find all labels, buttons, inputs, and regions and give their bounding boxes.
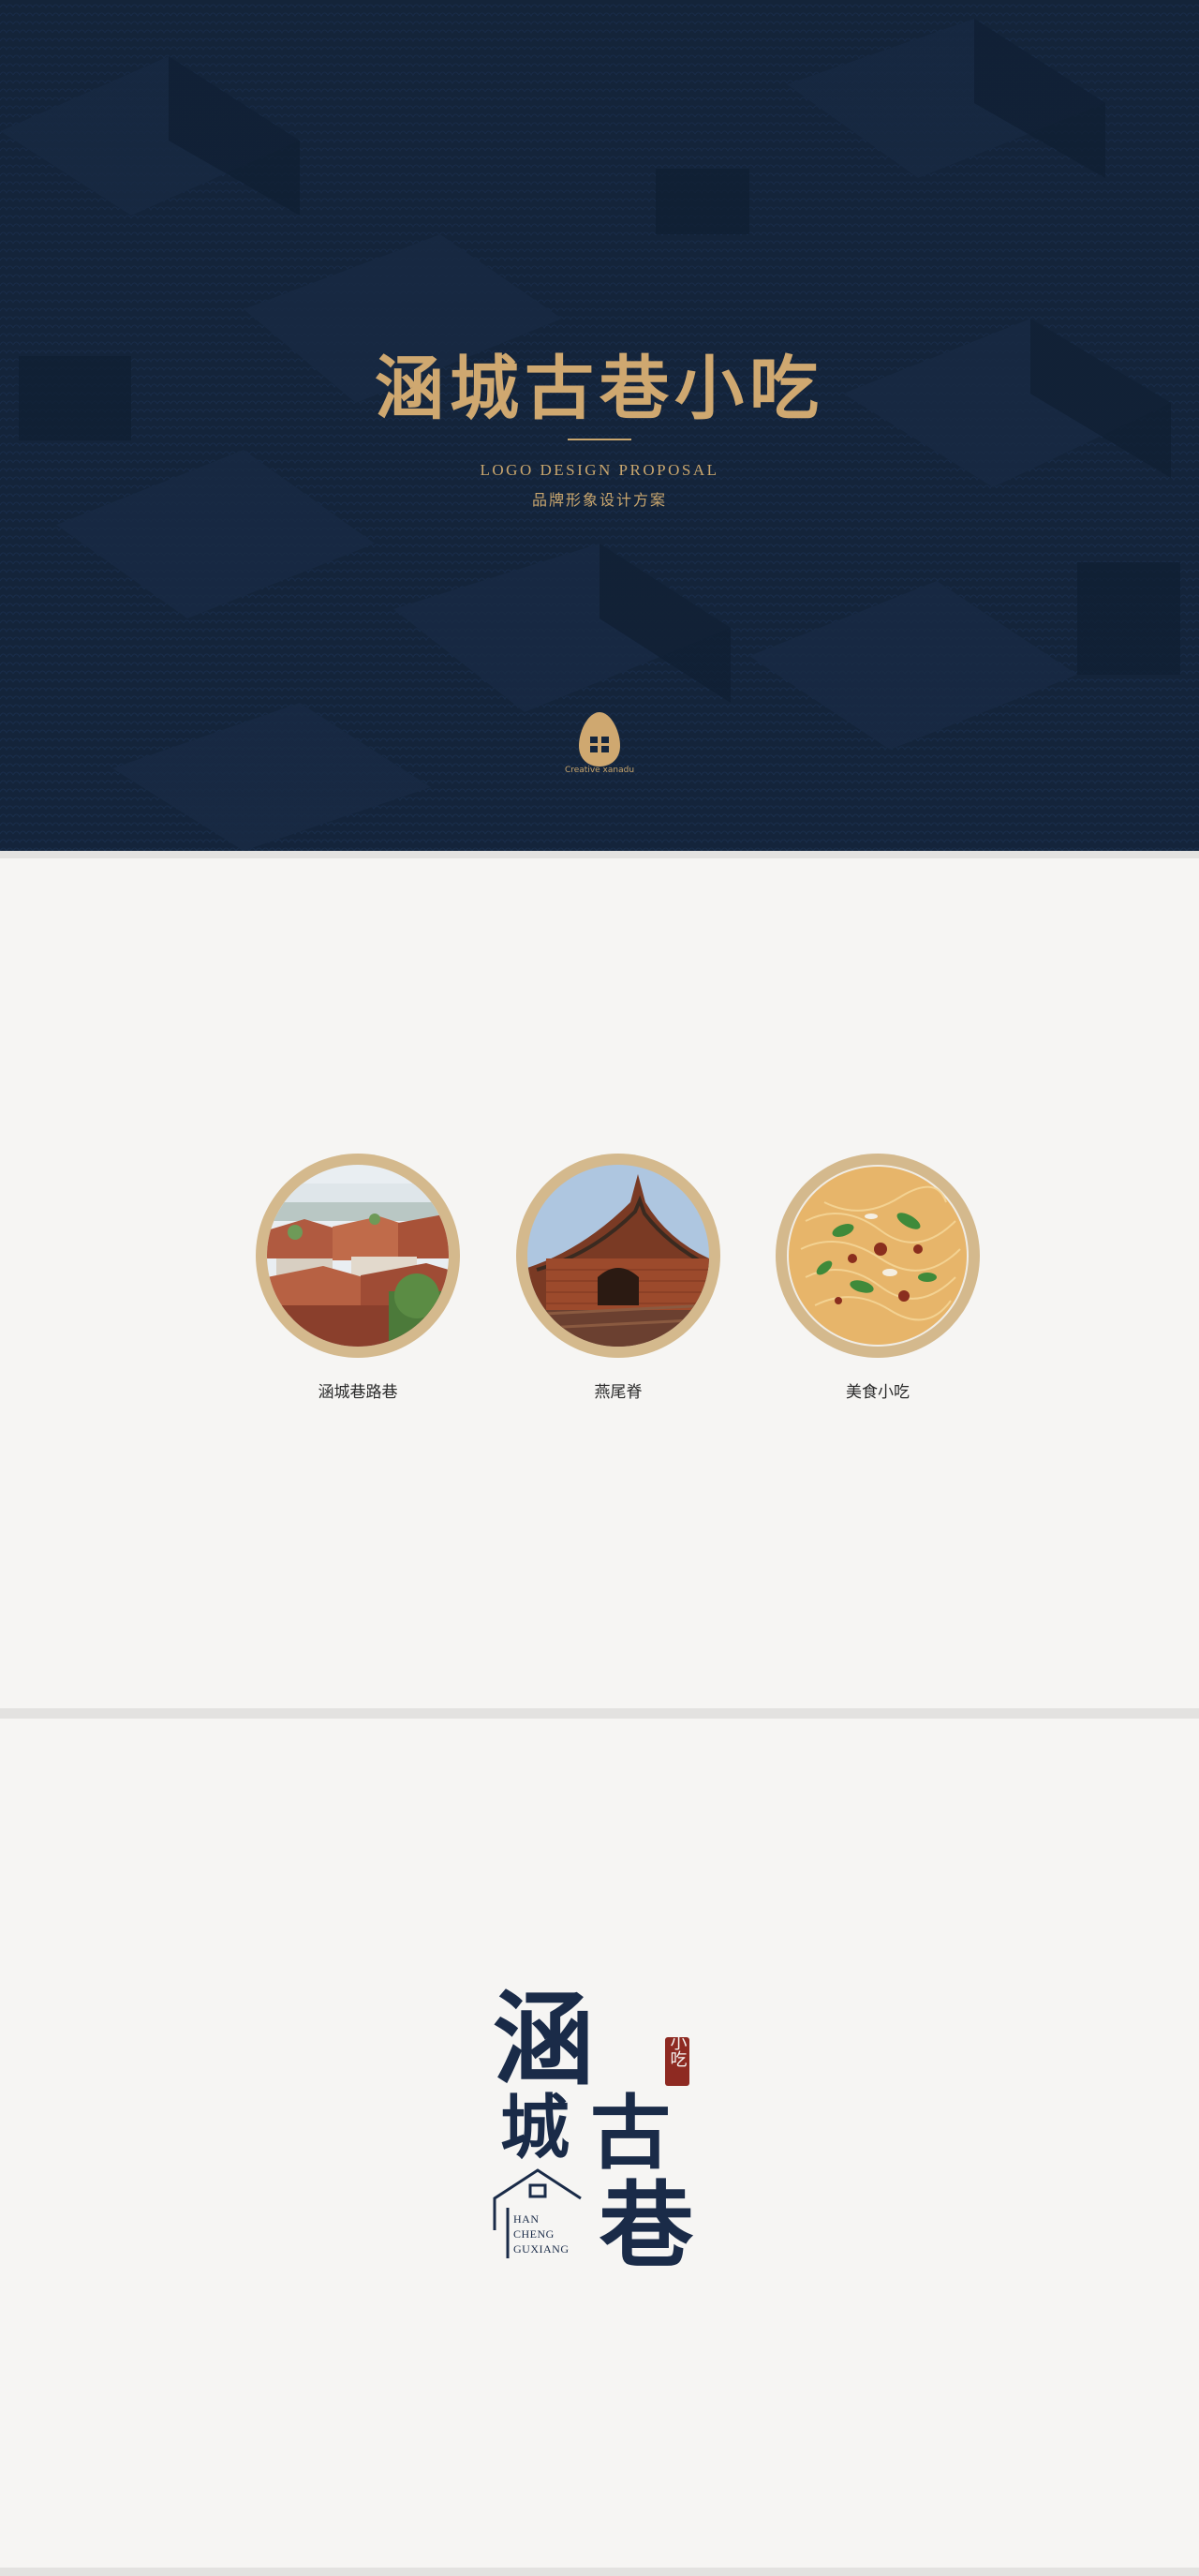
logo-char-gu: 古	[590, 2086, 671, 2181]
noodle-dish-photo	[787, 1165, 969, 1347]
section-divider	[0, 2568, 1199, 2576]
logo-latin-line-3: GUXIANG	[513, 2242, 570, 2256]
logo-latin-line-2: CHENG	[513, 2227, 555, 2241]
gallery-label: 燕尾脊	[594, 1383, 643, 1402]
seal-text: 小吃	[668, 2033, 688, 2067]
brand-caption: Creative xanadu	[564, 766, 635, 775]
logo-char-han: 涵	[493, 1981, 594, 2099]
gallery-label: 涵城巷路巷	[318, 1383, 398, 1402]
hero-title: 涵城古巷小吃	[375, 349, 824, 429]
gallery-label: 美食小吃	[846, 1383, 910, 1402]
gallery-item-roof-ridge: 燕尾脊	[516, 1154, 720, 1407]
gold-egg-logo-icon	[579, 712, 620, 767]
gallery-item-food: 美食小吃	[776, 1154, 980, 1407]
logo-char-cheng: 城	[500, 2088, 570, 2168]
title-divider	[568, 439, 631, 440]
section-divider	[0, 851, 1199, 858]
brand-logo: 涵 城 古 巷 小吃 HAN CHENG GUXIANG	[493, 1981, 694, 2281]
logo-latin-line-1: HAN	[513, 2212, 540, 2226]
hero-subtitle-cn: 品牌形象设计方案	[531, 491, 667, 509]
logo-char-xiang: 巷	[599, 2170, 694, 2281]
gallery-item-rooftops: 涵城巷路巷	[256, 1154, 460, 1407]
hero-subtitle-en: LOGO DESIGN PROPOSAL	[480, 461, 719, 479]
old-town-rooftops-photo	[267, 1165, 449, 1347]
swallowtail-roof-ridge-photo	[527, 1165, 709, 1347]
section-divider	[0, 1708, 1199, 1719]
hero-section: 涵城古巷小吃 LOGO DESIGN PROPOSAL 品牌形象设计方案 Cre…	[0, 0, 1199, 851]
